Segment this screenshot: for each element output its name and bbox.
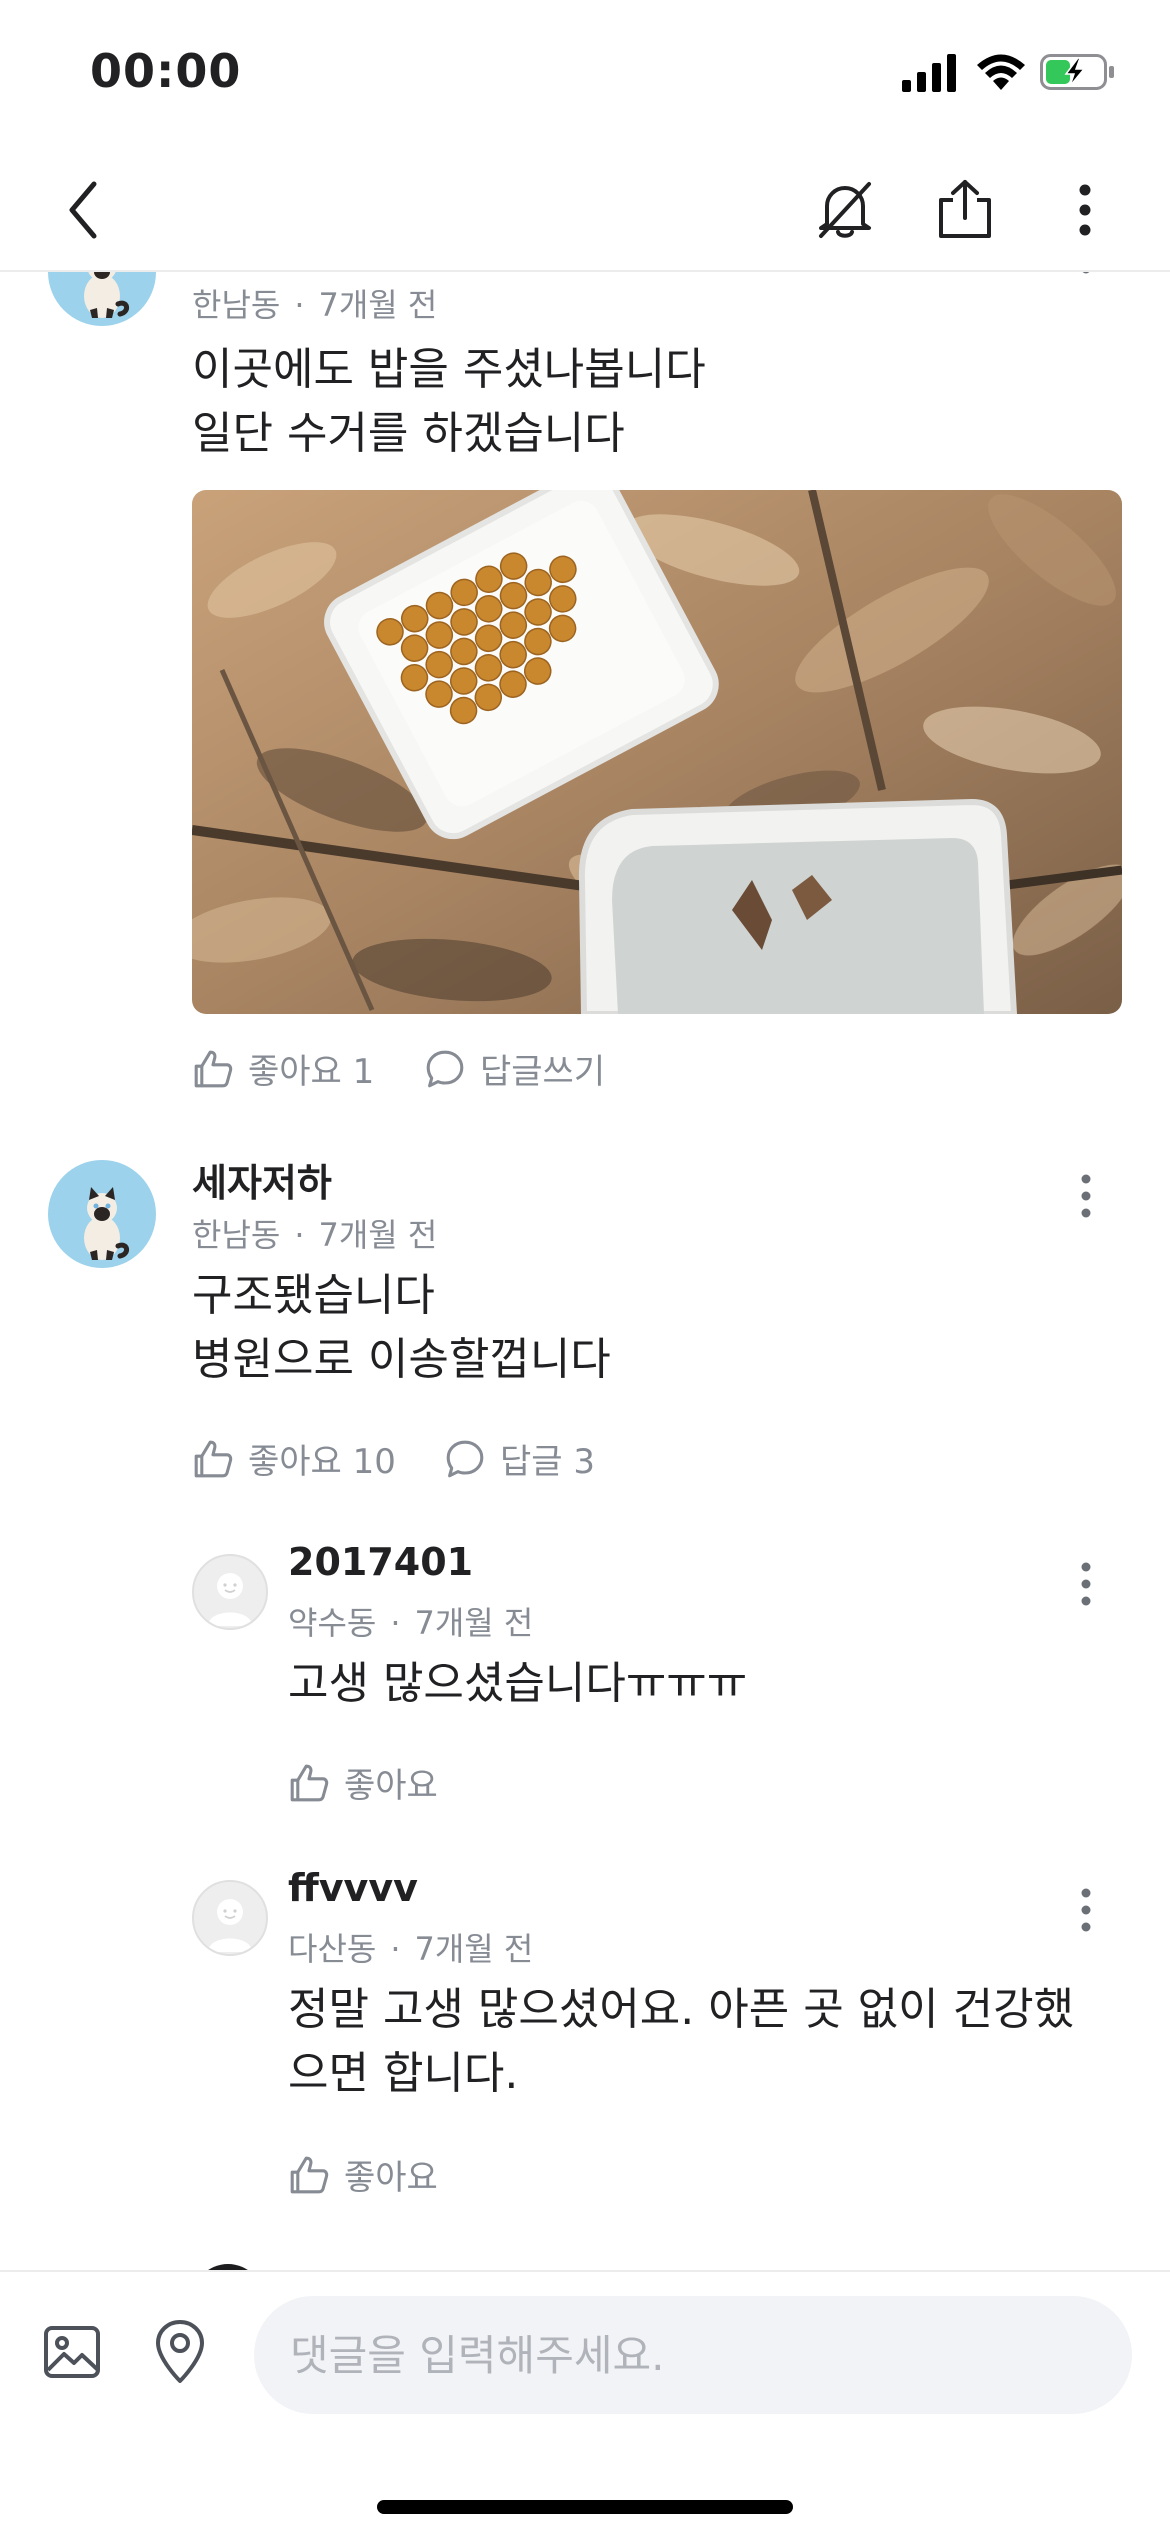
like-label: 좋아요 [344,1766,438,1806]
speech-bubble-icon [426,1050,464,1087]
like-label: 좋아요 10 [248,1442,396,1482]
like-label: 좋아요 1 [248,1052,375,1092]
reply-author[interactable]: ffvvvv [288,1866,418,1910]
avatar[interactable] [192,1880,268,1956]
battery-charging-icon [1040,54,1114,90]
reply-item: ffvvvv 다산동 · 7개월 전 정말 고생 많으셨어요. 아픈 곳 없이 건강… [0,1866,1170,2246]
comment-region: 한남동 [192,286,281,324]
thumbs-up-icon [194,1050,233,1087]
comment-more-button[interactable] [1066,1156,1106,1236]
photo-image [192,490,1122,1014]
like-label: 좋아요 [344,2158,438,2198]
attach-location-button[interactable] [144,2316,216,2388]
comment-line: 구조됐습니다 [192,1270,435,1321]
notification-mute-button[interactable] [805,170,885,250]
reply-body: 정말 고생 많으셨어요. 아픈 곳 없이 건강했 으면 합니다. [288,1978,1074,2106]
comment-line: 병원으로 이송할껍니다 [192,1334,611,1385]
thumbs-up-icon [290,1764,329,1801]
reply-author[interactable]: 2017401 [288,1540,473,1584]
avatar[interactable] [48,1160,156,1268]
meta-separator: · [294,286,305,324]
like-button[interactable]: 좋아요 1 [192,1044,374,1093]
avatar[interactable] [192,1554,268,1630]
speech-bubble-icon [446,1440,484,1477]
reply-item: 2017401 약수동 · 7개월 전 고생 많으셨습니다ㅠㅠㅠ 좋아요 [0,1540,1170,1850]
more-vertical-icon [1081,1562,1091,1606]
reply-region: 다산동 [288,1930,377,1968]
location-pin-icon [156,2320,204,2383]
comment-line: 이곳에도 밥을 주셨나봅니다 [192,344,706,395]
reply-button[interactable]: 답글 3 [444,1434,595,1483]
meta-separator: · [390,1930,401,1968]
like-button[interactable]: 좋아요 [288,2150,438,2199]
avatar[interactable] [48,272,156,326]
reply-label: 답글쓰기 [480,1052,606,1092]
meta-separator: · [390,1604,401,1642]
reply-time: 7개월 전 [414,1930,534,1968]
chevron-left-icon [69,181,97,239]
more-vertical-icon [1079,184,1091,236]
comment-item: 세자저하 한남동 · 7개월 전 구조됐습니다 병원으로 이송할껍니다 좋아요 10… [0,1152,1170,1532]
comment-body: 이곳에도 밥을 주셨나봅니다 일단 수거를 하겠습니다 [192,338,706,466]
attach-image-button[interactable] [36,2316,108,2388]
reply-line: 고생 많으셨습니다ㅠㅠㅠ [288,1658,748,1709]
default-profile-icon [207,1898,253,1953]
image-icon [44,2326,100,2378]
cat-avatar-icon [48,1160,156,1268]
reply-line: 으면 합니다. [288,2048,519,2099]
like-button[interactable]: 좋아요 [288,1758,438,1807]
thumbs-up-icon [194,1440,233,1477]
comment-list[interactable]: 한남동 · 7개월 전 이곳에도 밥을 주셨나봅니다 일단 수거를 하겠습니다 [0,272,1170,2270]
status-time: 00:00 [90,44,242,98]
navigation-bar [0,150,1170,272]
reply-meta: 약수동 · 7개월 전 [288,1598,533,1644]
more-vertical-icon [1081,1174,1091,1218]
bell-off-icon [819,182,871,238]
comment-meta: 한남동 · 7개월 전 [192,280,437,326]
reply-body: 고생 많으셨습니다ㅠㅠㅠ [288,1652,747,1716]
default-profile-icon [207,1572,253,1627]
reply-button[interactable]: 답글쓰기 [424,1044,605,1093]
comment-region: 한남동 [192,1216,281,1254]
reply-time: 7개월 전 [414,1604,534,1642]
comment-line: 일단 수거를 하겠습니다 [192,408,625,459]
home-indicator [377,2500,793,2514]
more-vertical-icon [1081,272,1091,274]
status-bar: 00:00 [0,0,1170,150]
wifi-icon [977,54,1025,90]
share-icon [939,180,991,238]
cellular-signal-icon [902,54,956,92]
back-button[interactable] [44,170,124,250]
more-vertical-icon [1081,1888,1091,1932]
reply-label: 답글 3 [500,1442,595,1482]
comment-compose-bar [0,2270,1170,2534]
comment-item: 한남동 · 7개월 전 이곳에도 밥을 주셨나봅니다 일단 수거를 하겠습니다 [0,272,1170,1092]
thumbs-up-icon [290,2156,329,2193]
more-options-button[interactable] [1045,170,1125,250]
meta-separator: · [294,1216,305,1254]
share-button[interactable] [925,170,1005,250]
comment-author[interactable]: 세자저하 [192,1152,332,1207]
comment-more-button[interactable] [1066,272,1106,292]
comment-time: 7개월 전 [318,1216,438,1254]
reply-region: 약수동 [288,1604,377,1642]
comment-input[interactable] [254,2296,1132,2414]
reply-more-button[interactable] [1066,1870,1106,1950]
comment-time: 7개월 전 [318,286,438,324]
reply-more-button[interactable] [1066,1544,1106,1624]
cat-avatar-icon [48,272,156,326]
reply-meta: 다산동 · 7개월 전 [288,1924,533,1970]
comment-meta: 한남동 · 7개월 전 [192,1210,437,1256]
reply-line: 정말 고생 많으셨어요. 아픈 곳 없이 건강했 [288,1984,1075,2035]
comment-body: 구조됐습니다 병원으로 이송할껍니다 [192,1264,611,1392]
like-button[interactable]: 좋아요 10 [192,1434,396,1483]
comment-photo[interactable] [192,490,1122,1014]
